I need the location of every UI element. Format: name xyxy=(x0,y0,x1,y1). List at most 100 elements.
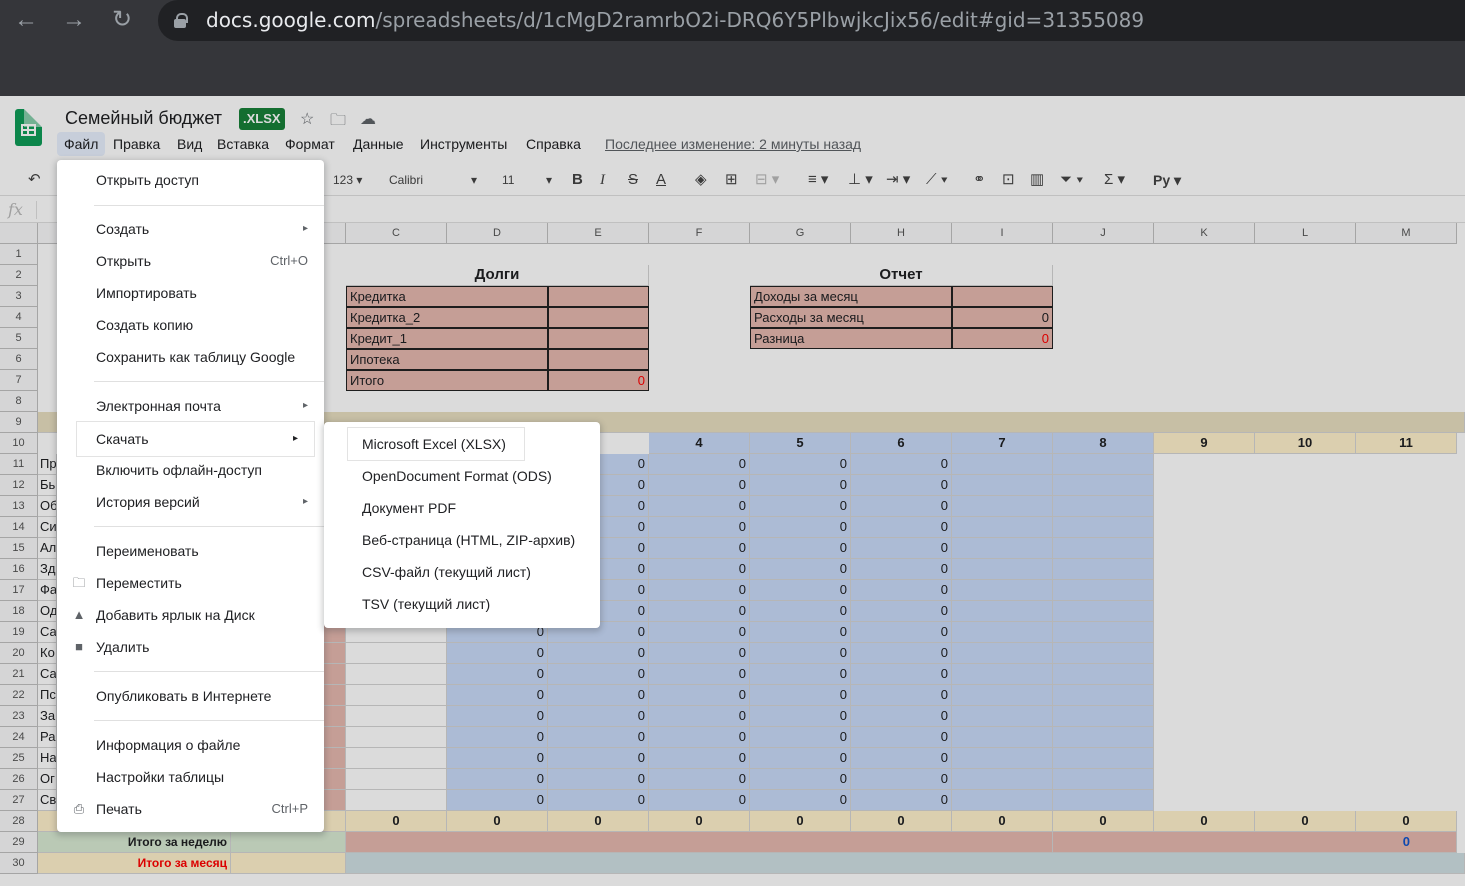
address-bar[interactable]: docs.google.com/spreadsheets/d/1cMgD2ram… xyxy=(158,0,1465,41)
value-cell[interactable] xyxy=(1053,559,1154,580)
value-cell[interactable] xyxy=(346,643,447,664)
value-cell[interactable] xyxy=(952,475,1053,496)
row-header[interactable]: 5 xyxy=(0,328,38,349)
report-title[interactable]: Отчет xyxy=(750,265,1053,286)
category-label-partial[interactable]: Ра xyxy=(38,727,57,748)
value-cell[interactable]: 0 xyxy=(851,517,952,538)
value-cell[interactable] xyxy=(1053,706,1154,727)
value-cell[interactable]: 0 xyxy=(750,622,851,643)
column-header[interactable]: E xyxy=(548,223,649,244)
category-label-partial[interactable]: Си xyxy=(38,517,57,538)
debt-value[interactable] xyxy=(548,349,649,370)
file-menu-offline[interactable]: Включить офлайн-доступ xyxy=(57,454,324,486)
day-total-value[interactable]: 0 xyxy=(750,811,851,832)
day-total-value[interactable]: 0 xyxy=(548,811,649,832)
value-cell[interactable] xyxy=(1053,622,1154,643)
value-cell[interactable]: 0 xyxy=(750,475,851,496)
debt-label[interactable]: Кредит_1 xyxy=(346,328,548,349)
column-header[interactable]: K xyxy=(1154,223,1255,244)
row-header[interactable]: 27 xyxy=(0,790,38,811)
row-header[interactable]: 24 xyxy=(0,727,38,748)
row-header[interactable]: 12 xyxy=(0,475,38,496)
download-html[interactable]: Веб-страница (HTML, ZIP-архив) xyxy=(324,524,600,556)
value-cell[interactable]: 0 xyxy=(851,685,952,706)
menu-file[interactable]: Файл xyxy=(57,132,106,156)
row-header[interactable]: 10 xyxy=(0,433,38,454)
debt-label[interactable]: Кредитка_2 xyxy=(346,307,548,328)
document-title[interactable]: Семейный бюджет xyxy=(65,108,222,129)
value-cell[interactable]: 0 xyxy=(851,475,952,496)
value-cell[interactable]: 0 xyxy=(851,643,952,664)
day-total-value[interactable]: 0 xyxy=(346,811,447,832)
report-label[interactable]: Доходы за месяц xyxy=(750,286,952,307)
day-header[interactable]: 9 xyxy=(1154,433,1255,454)
value-cell[interactable] xyxy=(952,727,1053,748)
value-cell[interactable]: 0 xyxy=(649,475,750,496)
text-wrap-icon[interactable]: ⇥ ▾ xyxy=(886,168,910,192)
column-header[interactable]: J xyxy=(1053,223,1154,244)
download-tsv[interactable]: TSV (текущий лист) xyxy=(324,588,600,620)
bold-icon[interactable]: B xyxy=(572,168,583,192)
file-menu-download[interactable]: Скачать ▸ xyxy=(77,422,314,456)
value-cell[interactable]: 0 xyxy=(851,664,952,685)
column-header[interactable]: G xyxy=(750,223,851,244)
download-ods[interactable]: OpenDocument Format (ODS) xyxy=(324,460,600,492)
category-label-partial[interactable]: За xyxy=(38,706,57,727)
category-label-partial[interactable]: Фа xyxy=(38,580,57,601)
report-label[interactable]: Разница xyxy=(750,328,952,349)
forward-arrow-icon[interactable]: → xyxy=(58,4,90,36)
value-cell[interactable]: 0 xyxy=(447,706,548,727)
value-cell[interactable]: 0 xyxy=(447,664,548,685)
value-cell[interactable]: 0 xyxy=(649,706,750,727)
day-total-value[interactable]: 0 xyxy=(1053,811,1154,832)
debts-title[interactable]: Долги xyxy=(346,265,649,286)
file-menu-settings[interactable]: Настройки таблицы xyxy=(57,761,324,793)
value-cell[interactable]: 0 xyxy=(750,517,851,538)
value-cell[interactable]: 0 xyxy=(649,664,750,685)
value-cell[interactable]: 0 xyxy=(851,706,952,727)
day-total-value[interactable]: 0 xyxy=(1154,811,1255,832)
file-menu-share[interactable]: Открыть доступ xyxy=(57,164,324,196)
report-value[interactable]: 0 xyxy=(952,328,1053,349)
merge-cells-icon[interactable]: ⊟ ▾ xyxy=(755,168,779,192)
category-label-partial[interactable]: Св xyxy=(38,790,57,811)
reload-icon[interactable]: ↻ xyxy=(106,4,138,36)
filter-icon[interactable]: ⏷ ▾ xyxy=(1060,168,1084,192)
value-cell[interactable] xyxy=(1053,790,1154,811)
value-cell[interactable] xyxy=(1053,748,1154,769)
value-cell[interactable]: 0 xyxy=(851,769,952,790)
value-cell[interactable]: 0 xyxy=(750,727,851,748)
report-label[interactable]: Расходы за месяц xyxy=(750,307,952,328)
link-icon[interactable]: ⚭ xyxy=(973,168,986,192)
value-cell[interactable] xyxy=(952,454,1053,475)
category-label-partial[interactable]: Ко xyxy=(38,643,57,664)
file-menu-info[interactable]: Информация о файле xyxy=(57,729,324,761)
value-cell[interactable] xyxy=(952,517,1053,538)
value-cell[interactable]: 0 xyxy=(447,643,548,664)
value-cell[interactable]: 0 xyxy=(851,496,952,517)
sheets-logo-icon[interactable] xyxy=(15,109,42,146)
font-select[interactable]: Calibri ▾ xyxy=(389,168,477,192)
value-cell[interactable] xyxy=(1053,601,1154,622)
chart-icon[interactable]: ▥ xyxy=(1030,168,1044,192)
undo-icon[interactable]: ↶ xyxy=(28,168,41,192)
category-label-partial[interactable]: Од xyxy=(38,601,57,622)
value-cell[interactable] xyxy=(952,790,1053,811)
day-total-value[interactable]: 0 xyxy=(851,811,952,832)
row-header[interactable]: 30 xyxy=(0,853,38,874)
file-menu-delete[interactable]: ■ Удалить xyxy=(57,631,324,663)
report-value[interactable] xyxy=(952,286,1053,307)
value-cell[interactable] xyxy=(1053,580,1154,601)
row-header[interactable]: 25 xyxy=(0,748,38,769)
row-header[interactable]: 22 xyxy=(0,685,38,706)
menu-help[interactable]: Справка xyxy=(519,132,588,156)
debt-value[interactable] xyxy=(548,286,649,307)
value-cell[interactable] xyxy=(952,538,1053,559)
file-menu-publish[interactable]: Опубликовать в Интернете xyxy=(57,680,324,712)
row-header[interactable]: 13 xyxy=(0,496,38,517)
row-header[interactable]: 21 xyxy=(0,664,38,685)
borders-icon[interactable]: ⊞ xyxy=(725,168,738,192)
value-cell[interactable]: 0 xyxy=(548,685,649,706)
menu-edit[interactable]: Правка xyxy=(106,132,167,156)
last-edit-link[interactable]: Последнее изменение: 2 минуты назад xyxy=(605,136,861,152)
